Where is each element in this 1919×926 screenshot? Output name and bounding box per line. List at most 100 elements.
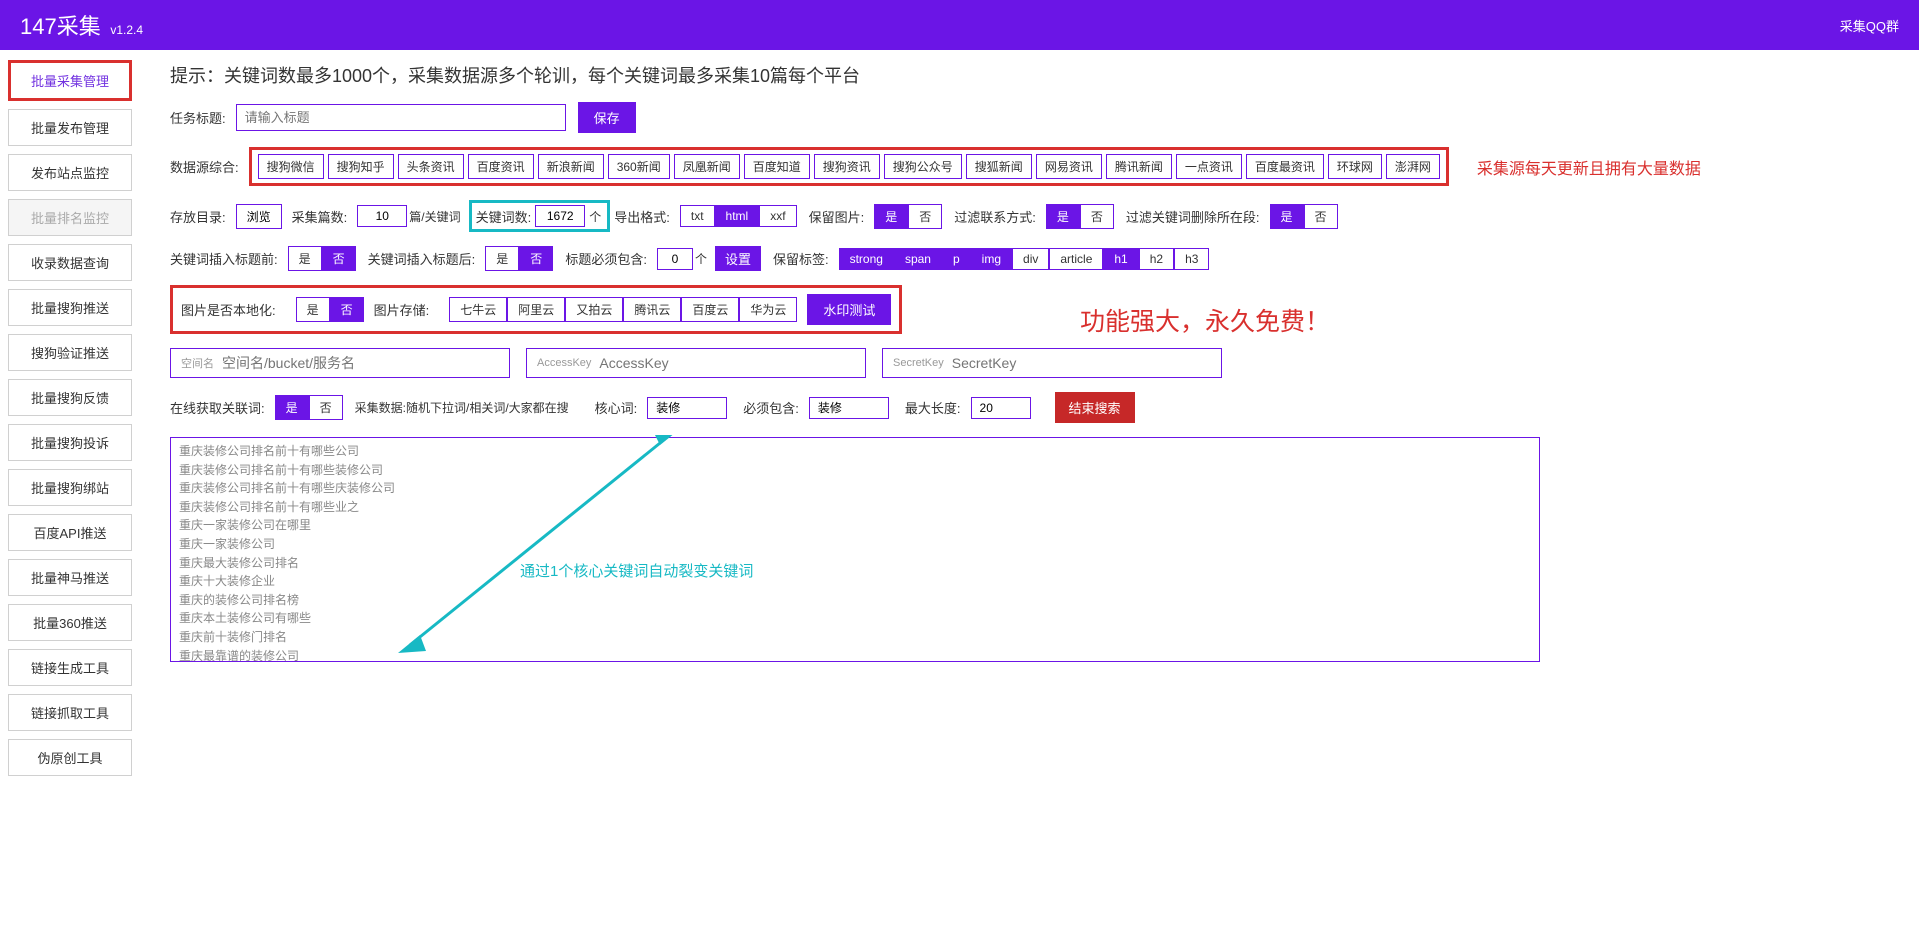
secret-key-field[interactable]: SecretKey [882,348,1222,378]
sidebar-item-1[interactable]: 批量发布管理 [8,109,132,146]
filter-kw-yes[interactable]: 是 [1270,204,1304,229]
online-rel-toggle[interactable]: 是 否 [275,395,343,420]
img-keep-toggle[interactable]: 是 否 [874,204,942,229]
must-contain-input[interactable] [809,397,889,419]
kw-after-label: 关键词插入标题后: [368,249,476,268]
sidebar-item-6[interactable]: 搜狗验证推送 [8,334,132,371]
kw-after-toggle[interactable]: 是 否 [485,246,553,271]
contact-no[interactable]: 否 [1080,204,1114,229]
sidebar-item-9[interactable]: 批量搜狗绑站 [8,469,132,506]
img-local-no[interactable]: 否 [330,297,364,322]
source-item-11[interactable]: 网易资讯 [1036,154,1102,179]
sidebar-item-11[interactable]: 批量神马推送 [8,559,132,596]
source-item-14[interactable]: 百度最资讯 [1246,154,1324,179]
source-item-3[interactable]: 百度资讯 [468,154,534,179]
access-key-field[interactable]: AccessKey [526,348,866,378]
title-must-input[interactable] [657,248,693,270]
source-item-10[interactable]: 搜狐新闻 [966,154,1032,179]
secret-key-input[interactable] [952,355,1211,371]
count-input[interactable] [357,205,407,227]
sidebar-item-5[interactable]: 批量搜狗推送 [8,289,132,326]
access-key-input[interactable] [599,355,855,371]
store-1[interactable]: 阿里云 [507,297,565,322]
save-button[interactable]: 保存 [578,102,636,133]
kw-after-no[interactable]: 否 [519,246,553,271]
watermark-button[interactable]: 水印测试 [807,294,891,325]
browse-button[interactable]: 浏览 [236,204,282,229]
sidebar-item-12[interactable]: 批量360推送 [8,604,132,641]
space-name-field[interactable]: 空间名 [170,348,510,378]
contact-label: 过滤联系方式: [954,207,1036,226]
online-rel-yes[interactable]: 是 [275,395,309,420]
source-item-2[interactable]: 头条资讯 [398,154,464,179]
cyan-caption: 通过1个核心关键词自动裂变关键词 [520,560,753,581]
source-item-8[interactable]: 搜狗资讯 [814,154,880,179]
tag-h3[interactable]: h3 [1174,248,1209,270]
store-4[interactable]: 百度云 [681,297,739,322]
contact-toggle[interactable]: 是 否 [1046,204,1114,229]
sidebar-item-15[interactable]: 伪原创工具 [8,739,132,776]
source-item-9[interactable]: 搜狗公众号 [884,154,962,179]
store-0[interactable]: 七牛云 [449,297,507,322]
sidebar-item-0[interactable]: 批量采集管理 [8,60,132,101]
kw-after-yes[interactable]: 是 [485,246,519,271]
core-word-input[interactable] [647,397,727,419]
store-3[interactable]: 腾讯云 [623,297,681,322]
source-item-13[interactable]: 一点资讯 [1176,154,1242,179]
kw-count-input[interactable] [535,205,585,227]
source-item-7[interactable]: 百度知道 [744,154,810,179]
sidebar-item-7[interactable]: 批量搜狗反馈 [8,379,132,416]
end-search-button[interactable]: 结束搜索 [1055,392,1135,423]
source-annotation: 采集源每天更新且拥有大量数据 [1477,155,1701,179]
tag-strong[interactable]: strong [839,248,894,270]
max-len-input[interactable] [971,397,1031,419]
big-annotation: 功能强大，永久免费！ [1080,302,1330,338]
kw-before-yes[interactable]: 是 [288,246,322,271]
filter-kw-toggle[interactable]: 是 否 [1270,204,1338,229]
sidebar-item-2[interactable]: 发布站点监控 [8,154,132,191]
kw-before-no[interactable]: 否 [322,246,356,271]
tag-h2[interactable]: h2 [1139,248,1174,270]
source-item-1[interactable]: 搜狗知乎 [328,154,394,179]
space-name-input[interactable] [222,355,499,371]
tag-p[interactable]: p [942,248,971,270]
fmt-html[interactable]: html [715,205,760,227]
app-logo: 147采集 [20,14,101,39]
sidebar-item-13[interactable]: 链接生成工具 [8,649,132,686]
tag-span[interactable]: span [894,248,942,270]
title-setting-button[interactable]: 设置 [715,246,761,271]
fmt-txt[interactable]: txt [680,205,715,227]
sidebar-item-10[interactable]: 百度API推送 [8,514,132,551]
contact-yes[interactable]: 是 [1046,204,1080,229]
source-item-12[interactable]: 腾讯新闻 [1106,154,1172,179]
img-local-yes[interactable]: 是 [296,297,330,322]
sidebar-item-4[interactable]: 收录数据查询 [8,244,132,281]
source-item-16[interactable]: 澎湃网 [1386,154,1440,179]
source-item-4[interactable]: 新浪新闻 [538,154,604,179]
tag-img[interactable]: img [971,248,1012,270]
count-label: 采集篇数: [292,207,348,226]
store-5[interactable]: 华为云 [739,297,797,322]
img-local-toggle[interactable]: 是 否 [296,297,364,322]
tag-div[interactable]: div [1012,248,1049,270]
secret-key-mini-label: SecretKey [893,357,944,369]
source-item-15[interactable]: 环球网 [1328,154,1382,179]
tag-article[interactable]: article [1049,248,1103,270]
img-keep-yes[interactable]: 是 [874,204,908,229]
filter-kw-no[interactable]: 否 [1304,204,1338,229]
qq-group-link[interactable]: 采集QQ群 [1840,16,1899,35]
must-contain-label: 必须包含: [743,398,799,417]
source-item-6[interactable]: 凤凰新闻 [674,154,740,179]
online-rel-no[interactable]: 否 [309,395,343,420]
task-title-input[interactable] [236,104,566,131]
kw-before-toggle[interactable]: 是 否 [288,246,356,271]
sidebar-item-8[interactable]: 批量搜狗投诉 [8,424,132,461]
fmt-xxf[interactable]: xxf [759,205,796,227]
tag-h1[interactable]: h1 [1103,248,1138,270]
source-item-5[interactable]: 360新闻 [608,154,670,179]
keyword-results-textarea[interactable] [170,437,1540,662]
source-item-0[interactable]: 搜狗微信 [258,154,324,179]
sidebar-item-14[interactable]: 链接抓取工具 [8,694,132,731]
img-keep-no[interactable]: 否 [908,204,942,229]
store-2[interactable]: 又拍云 [565,297,623,322]
